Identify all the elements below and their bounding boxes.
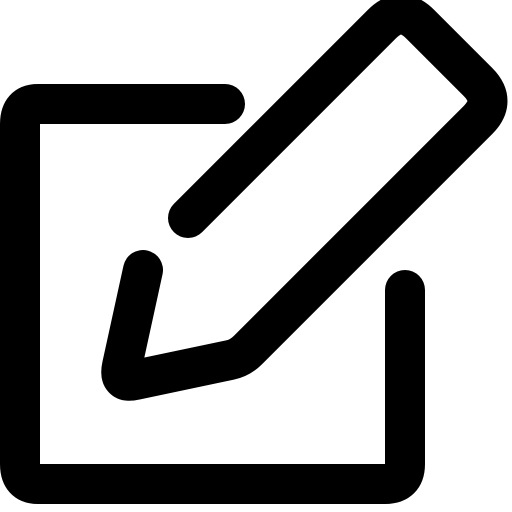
icon-canvas [0,0,512,512]
pencil-outline [101,0,508,401]
edit-box-outline [0,84,425,504]
edit-icon [0,0,508,504]
